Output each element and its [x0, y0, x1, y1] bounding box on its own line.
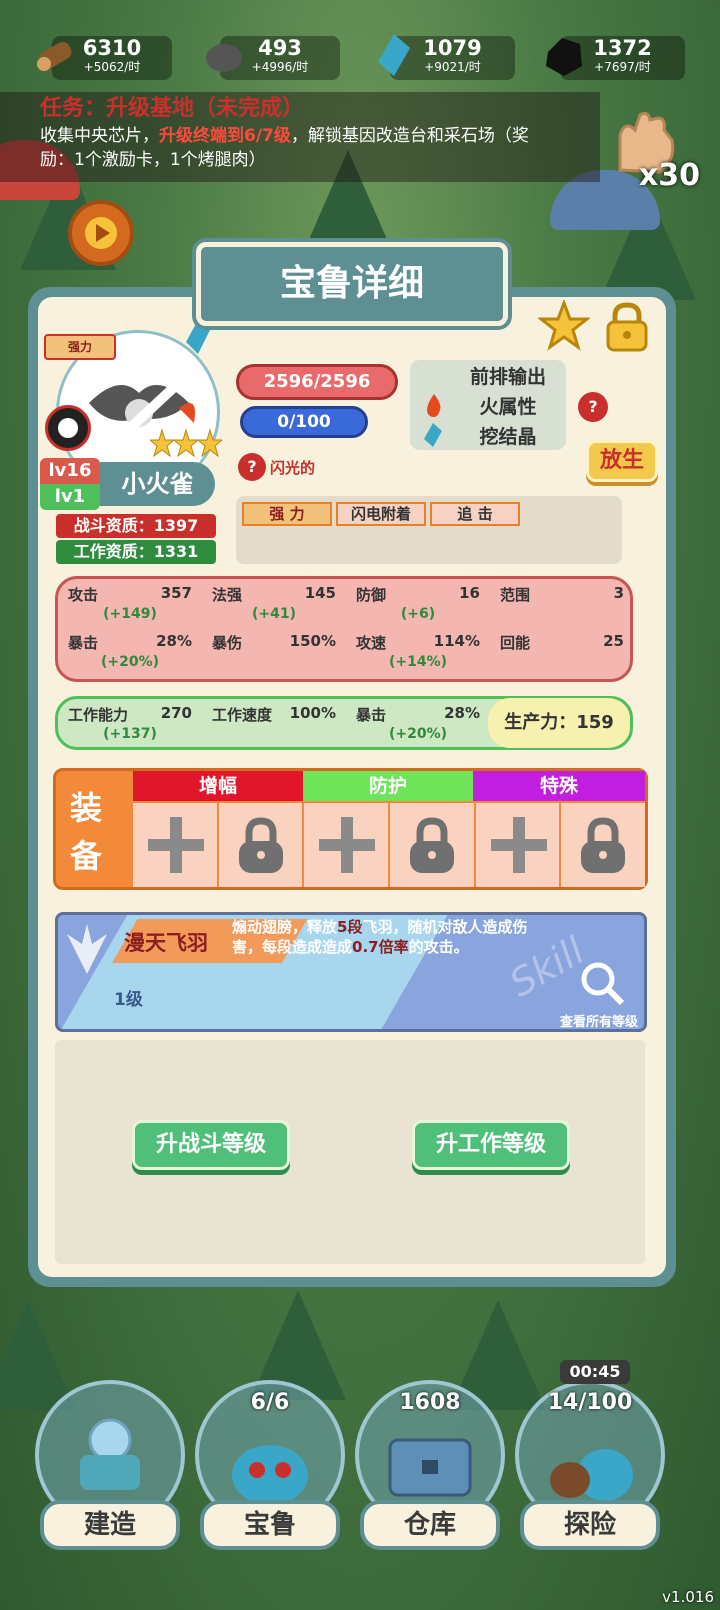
plus-icon [490, 817, 547, 873]
nav-label: 仓库 [360, 1500, 500, 1550]
skill-name: 漫天飞羽 [124, 931, 208, 955]
nav-pets[interactable]: 6/6 宝鲁 [195, 1360, 345, 1560]
equip-tab-special[interactable]: 特殊 [473, 771, 645, 801]
skill-feather-icon [67, 924, 107, 974]
upgrade-battle-button[interactable]: 升战斗等级 [132, 1120, 290, 1170]
task-banner[interactable]: 任务：升级基地（未完成） 收集中央芯片，升级终端到6/7级，解锁基因改造台和采石… [0, 92, 600, 182]
build-station-icon [80, 1418, 140, 1490]
trait-help-icon[interactable]: ? [238, 453, 266, 481]
equip-slot-locked[interactable] [219, 803, 305, 887]
resource-wood: 6310 +5062/时 [37, 36, 172, 80]
stat-work-crit: 暴击 28% (+20%) [356, 704, 480, 742]
version-label: v1.016 [662, 1588, 714, 1606]
stone-icon [206, 44, 242, 72]
nav-explore[interactable]: 00:45 14/100 探险 [515, 1360, 665, 1560]
plus-icon [319, 817, 376, 873]
battle-aptitude: 战斗资质：1397 [56, 514, 216, 538]
stat-magic: 法强 145 (+41) [212, 584, 336, 622]
nav-warehouse[interactable]: 1608 仓库 [355, 1360, 505, 1560]
task-description: 收集中央芯片，升级终端到6/7级，解锁基因改造台和采石场（奖励：1个激励卡，1个… [40, 126, 529, 170]
equip-slot-add[interactable] [304, 803, 391, 887]
trait-label: 闪光的 [270, 459, 316, 477]
battle-level: lv16 [40, 458, 100, 484]
plus-icon [148, 817, 204, 873]
stat-attack: 攻击 357 (+149) [68, 584, 192, 622]
productivity: 生产力：159 [488, 698, 630, 748]
panel-title: 宝鲁详细 [196, 242, 508, 326]
magnifier-icon [581, 962, 625, 1006]
task-title: 任务：升级基地（未完成） [40, 96, 305, 121]
explore-count: 14/100 [547, 1390, 633, 1415]
view-all-levels-link[interactable]: 查看所有等级 [560, 1011, 638, 1029]
lock-icon [238, 817, 283, 873]
lock-icon [581, 817, 626, 873]
equip-slot-add[interactable] [133, 803, 219, 887]
coal-icon [546, 38, 582, 76]
resource-crystal: 1079 +9021/时 [378, 34, 515, 80]
lock-icon [410, 817, 455, 873]
chest-icon [388, 1438, 472, 1497]
stat-crit: 暴击 28% (+20%) [68, 632, 192, 670]
stat-defense: 防御 16 (+6) [356, 584, 480, 622]
favorite-star-icon[interactable] [538, 300, 590, 352]
nav-label: 建造 [40, 1500, 180, 1550]
nav-build[interactable]: 建造 [35, 1360, 185, 1560]
warehouse-count: 1608 [399, 1390, 461, 1415]
role-box: 前排输出 火属性 挖结晶 [410, 360, 566, 450]
video-ad-button[interactable] [68, 200, 134, 266]
glove-button[interactable]: x30 [600, 110, 700, 200]
trait-chip[interactable]: 强 力 [242, 502, 332, 526]
hp-bar: 2596/2596 [236, 364, 398, 400]
nav-label: 探险 [520, 1500, 660, 1550]
role-position: 前排输出 [469, 366, 546, 388]
three-star-rating-icon [150, 428, 222, 458]
glove-count: x30 [638, 158, 700, 193]
explorer-pet-icon [550, 1449, 633, 1501]
pet-blob-icon [232, 1445, 308, 1505]
work-aptitude: 工作资质：1331 [56, 540, 216, 564]
work-level: lv1 [40, 484, 100, 510]
equip-tab-amplify[interactable]: 增幅 [133, 771, 303, 801]
wood-log-icon [37, 42, 72, 71]
crystal-icon [378, 34, 410, 76]
stat-energy-regen: 回能 25 [500, 632, 624, 652]
stat-range: 范围 3 [500, 584, 624, 604]
energy-bar: 0/100 [240, 406, 368, 438]
element-badge [45, 405, 91, 451]
equip-tab-protect[interactable]: 防护 [303, 771, 473, 801]
trait-chip[interactable]: 追 击 [430, 502, 520, 526]
role-help-icon[interactable]: ? [578, 392, 608, 422]
stat-crit-damage: 暴伤 150% [212, 632, 336, 652]
lightning-icon [58, 418, 78, 438]
skill-card[interactable]: 漫天飞羽 1级 煽动翅膀，释放5段飞羽，随机对敌人造成伤害，每段造成造成0.7倍… [55, 912, 647, 1032]
upgrade-work-button[interactable]: 升工作等级 [412, 1120, 570, 1170]
nav-label: 宝鲁 [200, 1500, 340, 1550]
pet-tag: 强力 [44, 334, 116, 360]
equip-slot-locked[interactable] [561, 803, 645, 887]
release-button[interactable]: 放生 [586, 440, 658, 482]
play-icon [85, 217, 117, 249]
traits-box: 强 力 闪电附着 追 击 [236, 496, 622, 564]
resource-stone: 493 +4996/时 [206, 36, 340, 80]
pets-count: 6/6 [250, 1390, 290, 1415]
role-element: 火属性 [479, 396, 537, 418]
equip-label-2: 备 [70, 837, 103, 875]
role-work: 挖结晶 [479, 426, 537, 448]
skill-level: 1级 [114, 990, 143, 1010]
equip-slot-add[interactable] [476, 803, 562, 887]
equip-slots [133, 803, 645, 887]
resource-coal: 1372 +7697/时 [546, 36, 685, 80]
stat-work-speed: 工作速度 100% [212, 704, 336, 724]
lock-icon[interactable] [600, 300, 654, 354]
pet-name[interactable]: 小火雀 [100, 462, 215, 506]
stat-work-ability: 工作能力 270 (+137) [68, 704, 192, 742]
trait-chip[interactable]: 闪电附着 [336, 502, 426, 526]
equip-slot-locked[interactable] [390, 803, 476, 887]
stat-attack-speed: 攻速 114% (+14%) [356, 632, 480, 670]
skill-description: 煽动翅膀，释放5段飞羽，随机对敌人造成伤害，每段造成造成0.7倍率的攻击。 [232, 918, 528, 956]
equip-label-1: 装 [70, 789, 103, 827]
explore-timer: 00:45 [560, 1360, 630, 1384]
